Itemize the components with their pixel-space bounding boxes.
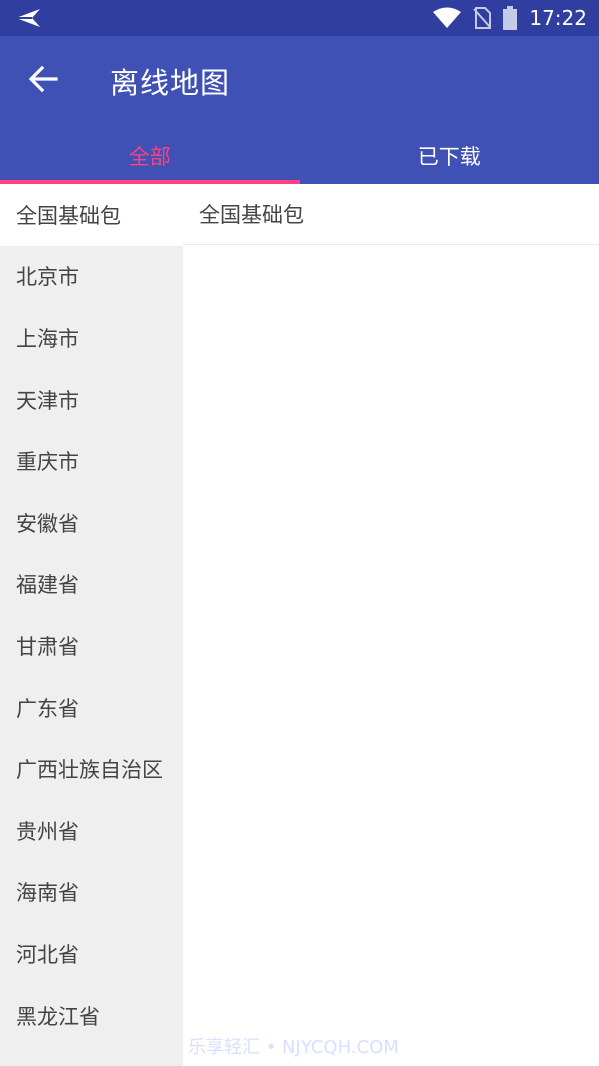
- province-list: 全国基础包 北京市 上海市 天津市 重庆市 安徽省 福建省 甘肃省 广东省 广西…: [0, 184, 183, 1066]
- province-item-chongqing[interactable]: 重庆市: [0, 430, 183, 492]
- province-item-hebei[interactable]: 河北省: [0, 923, 183, 985]
- map-package-list: 全国基础包: [183, 184, 599, 1066]
- province-item-guangdong[interactable]: 广东省: [0, 677, 183, 739]
- province-item-guizhou[interactable]: 贵州省: [0, 800, 183, 862]
- province-item-heilongjiang[interactable]: 黑龙江省: [0, 985, 183, 1047]
- tab-bar: 全部 已下载: [0, 128, 599, 184]
- battery-icon: [503, 6, 518, 30]
- province-item-national[interactable]: 全国基础包: [0, 184, 183, 246]
- province-item-shanghai[interactable]: 上海市: [0, 307, 183, 369]
- no-sim-icon: [473, 7, 492, 29]
- province-item-hainan[interactable]: 海南省: [0, 862, 183, 924]
- send-arrow-icon: [16, 9, 40, 27]
- page-title: 离线地图: [110, 66, 231, 100]
- tab-all[interactable]: 全部: [0, 128, 300, 184]
- watermark: 乐享轻汇 • NJYCQH.COM: [188, 1037, 399, 1058]
- app-bar: 离线地图 全部 已下载: [0, 36, 599, 184]
- arrow-back-icon[interactable]: [26, 62, 60, 96]
- province-item-guangxi[interactable]: 广西壮族自治区: [0, 738, 183, 800]
- province-item-anhui[interactable]: 安徽省: [0, 492, 183, 554]
- status-bar: 17:22: [0, 0, 599, 36]
- wifi-icon: [433, 7, 462, 28]
- province-item-fujian[interactable]: 福建省: [0, 554, 183, 616]
- province-item-tianjin[interactable]: 天津市: [0, 369, 183, 431]
- status-time: 17:22: [529, 6, 587, 30]
- province-item-gansu[interactable]: 甘肃省: [0, 615, 183, 677]
- map-package-item[interactable]: 全国基础包: [183, 184, 599, 245]
- tab-downloaded[interactable]: 已下载: [300, 128, 599, 184]
- province-item-beijing[interactable]: 北京市: [0, 246, 183, 308]
